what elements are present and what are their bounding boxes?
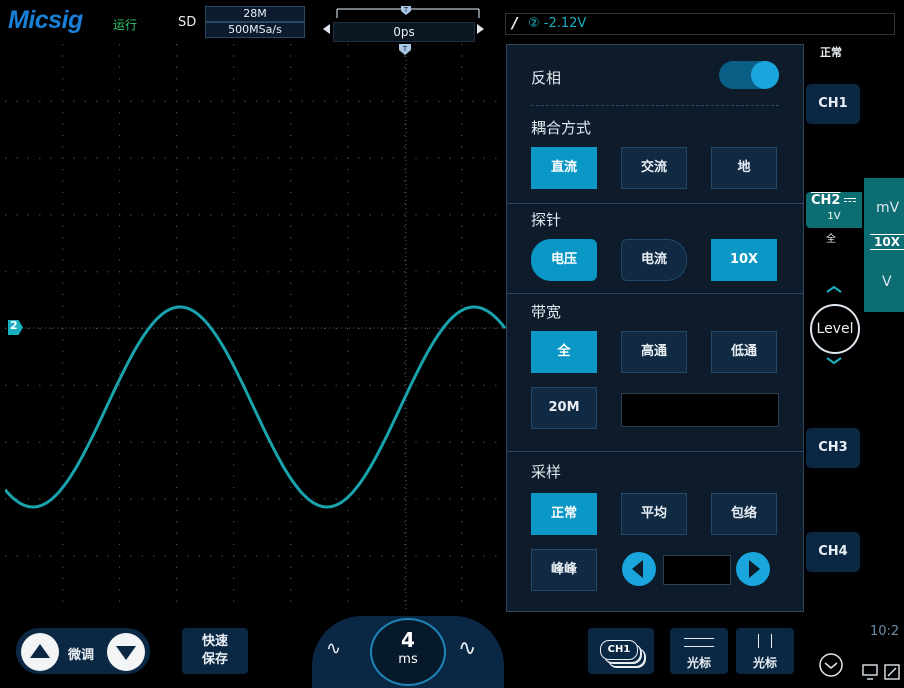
fine-adjust-label: 微调	[68, 648, 95, 663]
divider	[507, 203, 803, 204]
coupling-ac-button[interactable]: 交流	[621, 147, 687, 189]
clock: 10:2	[870, 624, 900, 639]
cursor-v-label: 光标	[752, 656, 777, 670]
unit-mv[interactable]: mV	[876, 200, 899, 216]
sampling-envelope-button[interactable]: 包络	[711, 493, 777, 535]
ch2-scale: 1V	[827, 211, 841, 222]
storage-mode[interactable]: SD	[178, 15, 196, 30]
menu-icon[interactable]	[884, 664, 902, 680]
timebase-knob[interactable]: 4 ms	[370, 618, 446, 686]
svg-text:T: T	[403, 6, 409, 14]
bandwidth-full-button[interactable]: 全	[531, 331, 597, 373]
decrease-arrow-icon[interactable]	[621, 551, 657, 587]
ch2-bandwidth: 全	[826, 234, 836, 245]
timebase-decrease-icon[interactable]: ∿	[326, 638, 341, 659]
ch2-label: CH2	[811, 193, 841, 208]
run-state[interactable]: 运行	[113, 16, 137, 33]
bandwidth-value-field[interactable]	[621, 393, 779, 427]
invert-label: 反相	[531, 69, 562, 87]
offset-right-arrow-icon[interactable]	[477, 24, 484, 34]
rising-edge-icon: /	[512, 14, 518, 32]
invert-toggle[interactable]	[719, 61, 779, 89]
sampling-normal-button[interactable]: 正常	[531, 493, 597, 535]
bandwidth-highpass-button[interactable]: 高通	[621, 331, 687, 373]
dc-coupling-icon	[844, 198, 856, 202]
coupling-label: 耦合方式	[531, 119, 592, 137]
ch4-button[interactable]: CH4	[806, 532, 860, 572]
adjust-up-button[interactable]	[20, 632, 60, 672]
sampling-label: 采样	[531, 463, 562, 481]
timebase-increase-icon[interactable]: ∿	[458, 636, 476, 661]
level-knob[interactable]: Level	[810, 304, 860, 354]
level-up-chevron-icon[interactable]	[824, 284, 844, 294]
memory-overview-bracket[interactable]: T	[333, 4, 483, 24]
ch2-button[interactable]: CH2 1V	[806, 192, 862, 228]
bandwidth-lowpass-button[interactable]: 低通	[711, 331, 777, 373]
time-offset[interactable]: 0ps	[333, 22, 475, 42]
micsig-logo: Micsig	[8, 6, 83, 34]
display-icon[interactable]	[862, 664, 878, 680]
timebase-unit: ms	[398, 652, 418, 667]
divider	[531, 105, 779, 106]
level-down-chevron-icon[interactable]	[824, 356, 844, 366]
probe-ratio-button[interactable]: 10X	[711, 239, 777, 281]
sampling-peak-button[interactable]: 峰峰	[531, 549, 597, 591]
ch3-button[interactable]: CH3	[806, 428, 860, 468]
increase-arrow-icon[interactable]	[735, 551, 771, 587]
probe-voltage-button[interactable]: 电压	[531, 239, 597, 281]
sampling-average-button[interactable]: 平均	[621, 493, 687, 535]
unit-popup[interactable]: mV 10X V	[864, 178, 904, 312]
offset-left-arrow-icon[interactable]	[323, 24, 330, 34]
ch1-chip: CH1	[600, 640, 638, 660]
bandwidth-label: 带宽	[531, 303, 562, 321]
ch2-trace	[5, 305, 507, 509]
trigger-level-readout: ② -2.12V	[528, 16, 587, 31]
quick-save-button[interactable]: 快速 保存	[182, 628, 248, 674]
divider	[507, 451, 803, 452]
acquisition-status: 正常	[820, 46, 842, 59]
ch2-settings-panel: 反相 耦合方式 直流 交流 地 探针 电压 电流 10X 带宽 全 高通 低通 …	[506, 44, 804, 612]
probe-current-button[interactable]: 电流	[621, 239, 687, 281]
coupling-gnd-button[interactable]: 地	[711, 147, 777, 189]
vertical-cursor-button[interactable]: 光标	[736, 628, 794, 674]
bottom-toolbar: 微调 快速 保存 ∿ 4 ms ∿ CH1 光标 光标 10:2	[0, 612, 904, 688]
unit-v[interactable]: V	[882, 274, 892, 290]
probe-label: 探针	[531, 211, 562, 229]
adjust-down-button[interactable]	[106, 632, 146, 672]
top-status-bar: Micsig 运行 SD 28M 500MSa/s T 0ps / ② -2.1…	[0, 0, 904, 59]
bandwidth-20m-button[interactable]: 20M	[531, 387, 597, 429]
ch1-button[interactable]: CH1	[806, 84, 860, 124]
sample-rate[interactable]: 500MSa/s	[205, 22, 305, 38]
expand-chevron-icon[interactable]	[818, 652, 844, 678]
horizontal-cursor-button[interactable]: 光标	[670, 628, 728, 674]
cursor-h-label: 光标	[686, 656, 711, 670]
timebase-value: 4	[401, 628, 415, 652]
unit-probe-ratio[interactable]: 10X	[870, 234, 904, 250]
memory-depth[interactable]: 28M	[205, 6, 305, 22]
channel-select-button[interactable]: CH1	[588, 628, 654, 674]
sampling-value-field[interactable]	[663, 555, 731, 585]
trigger-info[interactable]: / ② -2.12V	[505, 13, 895, 35]
divider	[507, 293, 803, 294]
coupling-dc-button[interactable]: 直流	[531, 147, 597, 189]
